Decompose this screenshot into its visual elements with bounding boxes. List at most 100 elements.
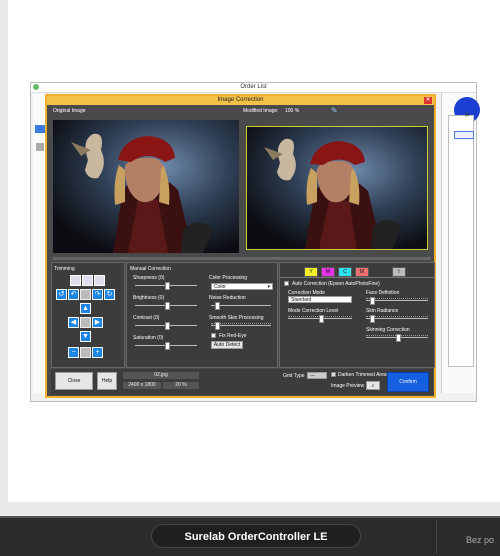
color-button-2[interactable]: C <box>338 267 352 277</box>
skin-radiance-slider[interactable] <box>366 315 428 323</box>
contrast-knob[interactable] <box>165 322 170 330</box>
trimming-panel: Trimming ↺ ↶ ↷ ↻ ▲ ◀ ▶ ▼ − + <box>51 262 125 368</box>
move-right-icon[interactable]: ▶ <box>92 317 103 328</box>
enlarge-icon[interactable]: + <box>92 347 103 358</box>
fix-red-eye-checkbox[interactable] <box>211 333 216 338</box>
saturation-label: Saturation (0) <box>133 335 164 341</box>
system-tray-text[interactable]: Bez po <box>466 535 494 545</box>
noise-reduction-knob[interactable] <box>215 302 220 310</box>
grid-type-label: Grid Type <box>283 373 305 379</box>
original-image-label: Original Image <box>53 108 86 114</box>
trimming-label: Trimming <box>54 266 75 272</box>
noise-reduction-label: Noise Reduction <box>209 295 246 301</box>
move-down-icon[interactable]: ▼ <box>80 331 91 342</box>
smooth-skin-knob[interactable] <box>215 322 220 330</box>
move-center[interactable] <box>80 317 91 328</box>
modified-image <box>246 126 428 250</box>
correction-mode-value: Standard <box>291 297 312 303</box>
grid-type-select[interactable]: --- <box>307 372 327 379</box>
auto-correction-checkbox[interactable] <box>284 281 289 286</box>
pipette-icon[interactable]: ✎ <box>331 106 338 115</box>
dialog-titlebar: Image Correction ✕ <box>47 96 434 105</box>
trim-landscape-button[interactable] <box>70 275 81 286</box>
color-processing-select[interactable]: Color ▾ <box>211 283 273 290</box>
dimensions-field: 2400 x 1800 <box>123 382 161 389</box>
auto-divider <box>280 277 434 278</box>
face-definition-scale <box>366 296 428 299</box>
color-processing-value: Color <box>214 284 226 290</box>
chevron-down-icon: ▾ <box>267 284 270 290</box>
darken-trim-label: Darken Trimmed Area <box>338 372 387 378</box>
mode-level-slider[interactable] <box>288 315 352 323</box>
rotate-left-icon[interactable]: ↺ <box>56 289 67 300</box>
auto-detect-button[interactable]: Auto Detect <box>211 341 243 349</box>
rotate-right-icon[interactable]: ↻ <box>104 289 115 300</box>
image-preview-button[interactable]: ⌕ <box>366 381 380 390</box>
shrink-icon[interactable]: − <box>68 347 79 358</box>
noise-reduction-slider[interactable] <box>211 302 271 310</box>
help-button[interactable]: Help <box>97 372 117 390</box>
trim-placeholder <box>80 289 91 300</box>
move-left-icon[interactable]: ◀ <box>68 317 79 328</box>
auto-correction-panel: YMCMI Auto Correction (Epson AutoPhotoFi… <box>279 262 435 368</box>
dialog-close-button[interactable]: ✕ <box>424 97 432 104</box>
close-icon[interactable]: ✕ <box>464 111 470 119</box>
brightness-label: Brightness (0) <box>133 295 165 301</box>
original-image <box>53 120 239 253</box>
selected-item[interactable] <box>35 125 45 133</box>
image-preview-label: Image Preview <box>331 383 365 389</box>
smooth-skin-scale <box>211 321 271 324</box>
manual-correction-panel: Manual Correction Sharpness (0) Brightne… <box>126 262 278 368</box>
auto-correction-label: Auto Correction (Epson AutoPhotoFine) <box>292 281 380 287</box>
fix-red-eye-label: Fix Red-Eye <box>219 333 247 339</box>
trim-portrait-button[interactable] <box>82 275 93 286</box>
close-button[interactable]: Close <box>55 372 93 390</box>
trim-fit-button[interactable] <box>94 275 105 286</box>
order-list-right-panel: ✕ <box>441 93 480 393</box>
side-button[interactable] <box>454 131 474 139</box>
confirm-button[interactable]: Confirm <box>387 372 429 392</box>
percent-field: 20 % <box>163 382 199 389</box>
app-icon <box>33 84 39 90</box>
brightness-knob[interactable] <box>165 302 170 310</box>
folder-icon[interactable] <box>36 143 44 151</box>
skinning-correction-slider[interactable] <box>366 334 428 342</box>
color-button-4[interactable]: I <box>392 267 406 277</box>
taskbar-border <box>0 516 500 518</box>
contrast-slider[interactable] <box>135 322 197 330</box>
rotate-left-small-icon[interactable]: ↶ <box>68 289 79 300</box>
tray-separator <box>436 520 437 554</box>
taskbar-tooltip: Surelab OrderController LE <box>151 524 361 548</box>
color-button-0[interactable]: Y <box>304 267 318 277</box>
skin-radiance-scale <box>366 314 428 317</box>
grid-type-value: --- <box>310 373 315 379</box>
brightness-slider[interactable] <box>135 302 197 310</box>
correction-mode-select[interactable]: Standard <box>288 296 352 303</box>
sharpness-label: Sharpness (0) <box>133 275 165 281</box>
order-list-title: Order List <box>31 83 476 93</box>
color-button-3[interactable]: M <box>355 267 369 277</box>
filename-field: 02.jpg <box>123 372 199 379</box>
manual-correction-label: Manual Correction <box>130 266 171 272</box>
color-button-1[interactable]: M <box>321 267 335 277</box>
contrast-label: Contrast (0) <box>133 315 160 321</box>
dialog-title: Image Correction <box>217 97 264 103</box>
saturation-knob[interactable] <box>165 342 170 350</box>
search-icon: ⌕ <box>371 383 375 389</box>
sharpness-knob[interactable] <box>165 282 170 290</box>
face-definition-slider[interactable] <box>366 297 428 305</box>
sharpness-slider[interactable] <box>135 282 197 290</box>
mode-level-knob[interactable] <box>319 315 324 323</box>
skin-radiance-knob[interactable] <box>370 315 375 323</box>
move-up-icon[interactable]: ▲ <box>80 303 91 314</box>
trim-reset[interactable] <box>80 347 91 358</box>
rotate-right-small-icon[interactable]: ↷ <box>92 289 103 300</box>
saturation-slider[interactable] <box>135 342 197 350</box>
smooth-skin-slider[interactable] <box>211 322 271 330</box>
skinning-correction-knob[interactable] <box>396 334 401 342</box>
image-correction-dialog: Image Correction ✕ Original Image Modifi… <box>45 94 436 398</box>
order-list-side-box <box>448 115 474 367</box>
color-processing-label: Color Processing <box>209 275 248 281</box>
face-definition-knob[interactable] <box>370 297 375 305</box>
darken-trim-checkbox[interactable] <box>331 372 336 377</box>
